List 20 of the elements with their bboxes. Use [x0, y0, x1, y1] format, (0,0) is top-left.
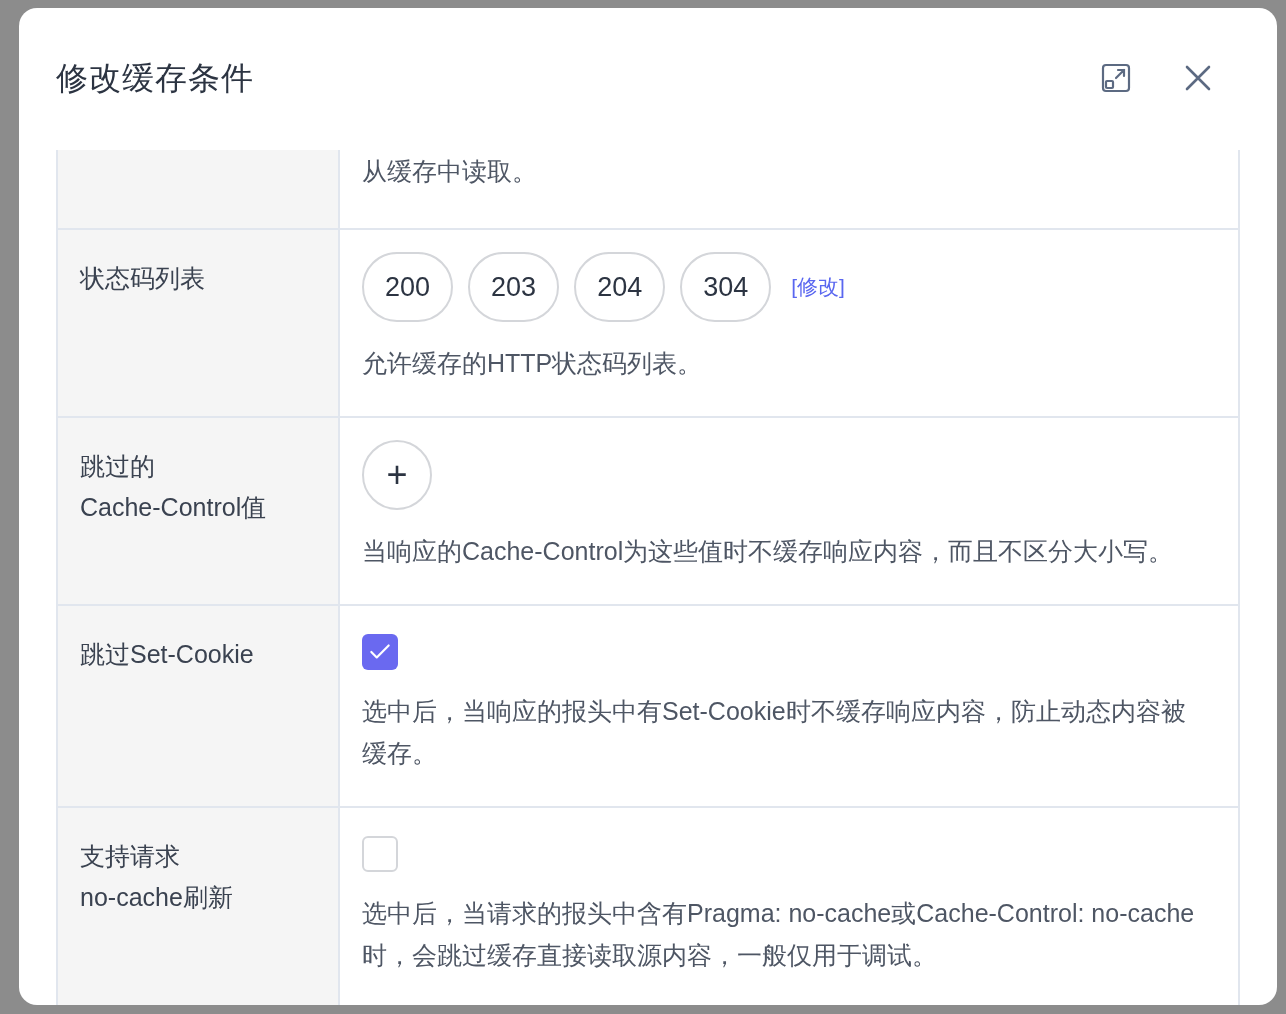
field-label: 跳过的 Cache-Control值 [80, 451, 268, 523]
add-button[interactable]: + [362, 440, 432, 510]
status-code-tag: 204 [574, 252, 666, 322]
field-description: 选中后，当响应的报头中有Set-Cookie时不缓存响应内容，防止动态内容被缓存。 [362, 696, 1187, 769]
status-code-tag: 203 [468, 252, 560, 322]
field-description: 选中后，当请求的报头中含有Pragma: no-cache或Cache-Control: no-cache时，会跳过缓存直接读取源内容，一般仅用于调试。 [362, 898, 1196, 971]
field-label: 支持请求 no-cache刷新 [80, 841, 234, 913]
dialog-title: 修改缓存条件 [56, 59, 254, 98]
status-code-tag: 304 [680, 252, 772, 322]
status-code-tag: 200 [362, 252, 454, 322]
field-description: 从缓存中读取。 [362, 156, 538, 187]
field-label: 跳过Set-Cookie [80, 639, 255, 670]
edit-link[interactable]: [修改] [791, 271, 845, 303]
field-label: 状态码列表 [80, 263, 206, 294]
checkbox[interactable] [362, 836, 398, 872]
field-description: 允许缓存的HTTP状态码列表。 [362, 348, 704, 379]
close-icon[interactable] [1184, 64, 1212, 92]
maximize-icon[interactable] [1100, 62, 1132, 94]
checkbox[interactable] [362, 634, 398, 670]
field-description: 当响应的Cache-Control为这些值时不缓存响应内容，而且不区分大小写。 [362, 536, 1175, 567]
